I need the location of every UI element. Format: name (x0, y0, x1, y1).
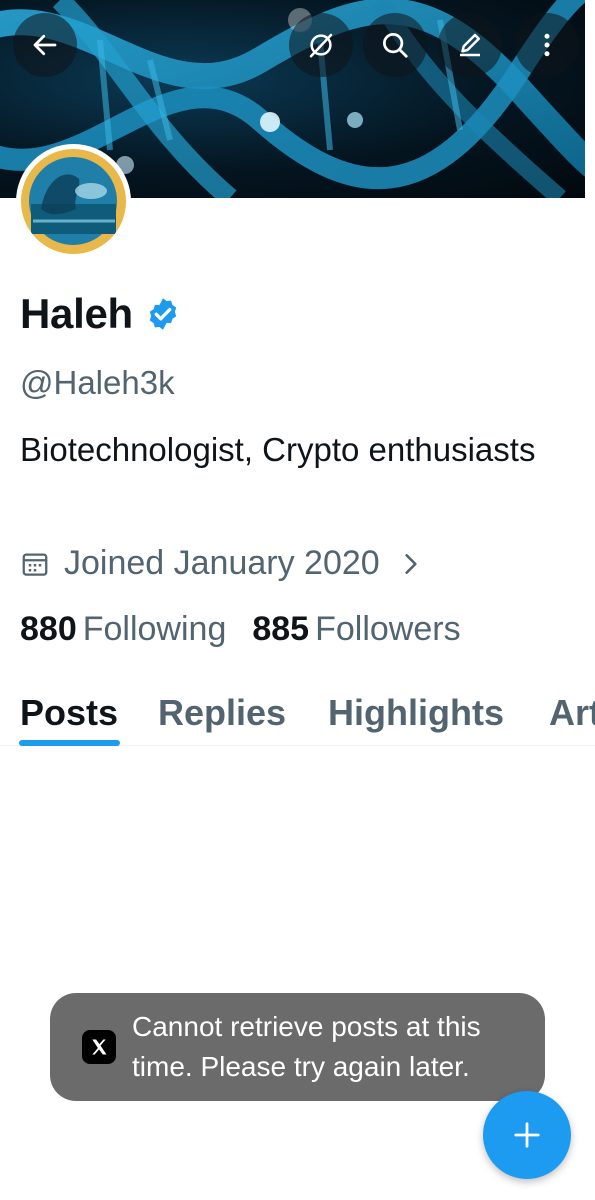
more-vertical-icon (544, 33, 550, 57)
following-count: 880 (20, 610, 77, 648)
followers-link[interactable]: 885 Followers (252, 610, 460, 649)
back-button[interactable] (13, 13, 77, 77)
search-icon (383, 33, 408, 58)
verified-badge-icon[interactable] (145, 296, 181, 332)
edit-button[interactable] (438, 13, 502, 77)
compose-button[interactable] (483, 1091, 571, 1179)
follow-stats: 880 Following 885 Followers (20, 610, 461, 649)
toast-message: Cannot retrieve posts at this time. Plea… (132, 1011, 481, 1082)
pencil-icon (460, 33, 480, 57)
followers-count: 885 (252, 610, 310, 648)
followers-label: Followers (315, 610, 461, 648)
banner-edge (585, 0, 595, 198)
chevron-right-icon (405, 553, 417, 574)
joined-date: Joined January 2020 (64, 544, 380, 582)
tab-posts[interactable]: Posts (20, 692, 118, 734)
active-tab-indicator (19, 740, 120, 746)
joined-row[interactable]: Joined January 2020 (20, 544, 424, 583)
more-button[interactable] (515, 13, 579, 77)
grok-button[interactable] (289, 13, 353, 77)
profile-tabs: Posts Replies Highlights Articles (0, 680, 595, 746)
following-link[interactable]: 880 Following (20, 610, 226, 649)
tab-highlights[interactable]: Highlights (328, 692, 504, 734)
search-button[interactable] (363, 13, 427, 77)
x-logo-icon (82, 1030, 116, 1064)
error-toast: Cannot retrieve posts at this time. Plea… (50, 993, 545, 1101)
tab-articles[interactable]: Articles (549, 692, 595, 734)
grok-icon (309, 33, 333, 58)
arrow-left-icon (33, 34, 57, 56)
name-row: Haleh (20, 290, 181, 338)
display-name: Haleh (20, 290, 133, 337)
user-handle: @Haleh3k (20, 364, 175, 401)
avatar-image (21, 149, 126, 254)
calendar-icon (22, 553, 48, 576)
bio-text: Biotechnologist, Crypto enthusiasts (20, 431, 536, 468)
plus-icon (514, 1122, 540, 1148)
following-label: Following (82, 610, 227, 648)
avatar[interactable] (16, 144, 131, 259)
tab-replies[interactable]: Replies (158, 692, 286, 734)
